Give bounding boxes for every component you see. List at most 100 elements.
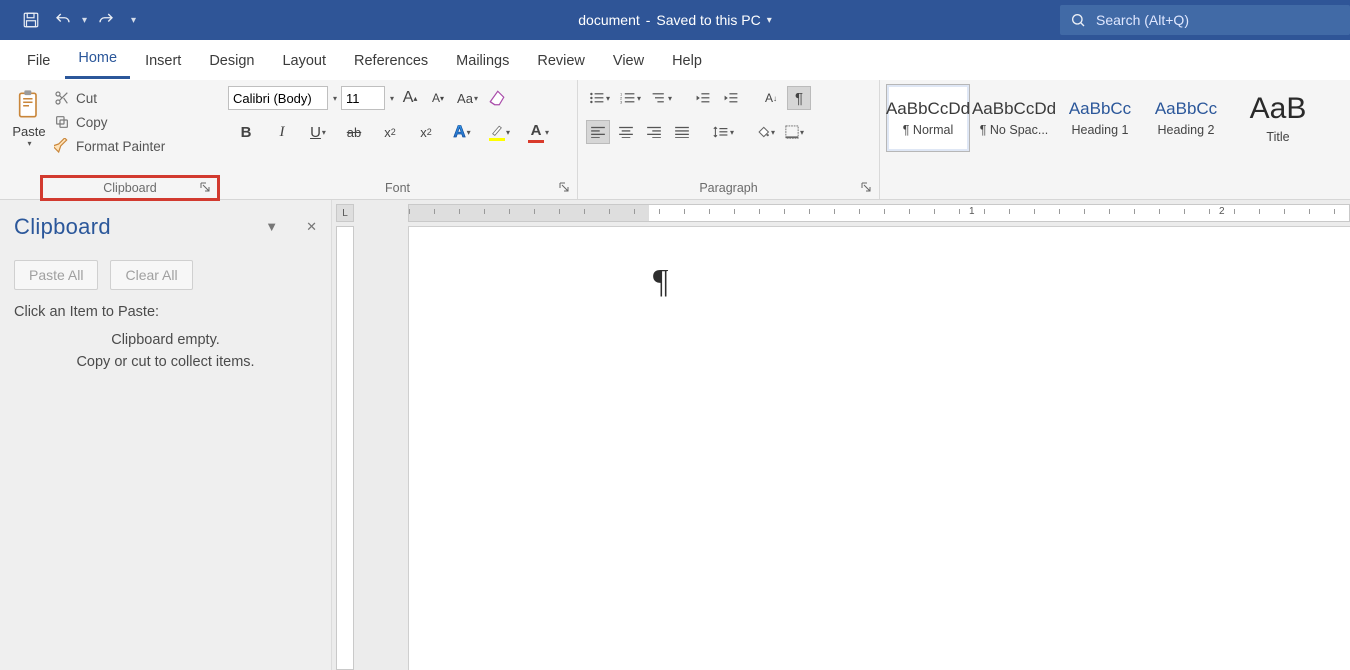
numbering-button[interactable]: 123▾ bbox=[617, 86, 644, 110]
undo-dropdown-caret[interactable]: ▾ bbox=[82, 15, 87, 26]
subscript-button[interactable]: x2 bbox=[378, 120, 402, 144]
clear-all-button[interactable]: Clear All bbox=[110, 260, 192, 290]
change-case-button[interactable]: Aa▾ bbox=[454, 86, 481, 110]
clipboard-launcher-icon[interactable] bbox=[198, 180, 212, 194]
decrease-indent-button[interactable] bbox=[691, 86, 715, 110]
paste-all-button[interactable]: Paste All bbox=[14, 260, 98, 290]
vertical-ruler[interactable] bbox=[336, 226, 354, 670]
tab-view[interactable]: View bbox=[600, 45, 657, 79]
pane-close-icon[interactable]: ✕ bbox=[306, 219, 317, 235]
multilevel-icon bbox=[651, 91, 667, 105]
tab-help[interactable]: Help bbox=[659, 45, 715, 79]
style-no-spacing[interactable]: AaBbCcDd ¶ No Spac... bbox=[972, 84, 1056, 152]
highlight-button[interactable]: ▾ bbox=[486, 120, 513, 144]
strike-button[interactable]: ab bbox=[342, 120, 366, 144]
group-clipboard: Paste ▾ Cut Copy Format Painter Clipbo bbox=[0, 80, 218, 199]
pane-hint: Click an Item to Paste: bbox=[14, 304, 317, 320]
bullets-button[interactable]: ▾ bbox=[586, 86, 613, 110]
qat-customize-caret[interactable]: ▾ bbox=[131, 15, 136, 26]
copy-icon bbox=[54, 114, 70, 130]
bold-button[interactable]: B bbox=[234, 120, 258, 144]
shading-button[interactable]: ▾ bbox=[753, 120, 778, 144]
line-spacing-button[interactable]: ▾ bbox=[710, 120, 737, 144]
paste-button[interactable]: Paste ▾ bbox=[6, 84, 52, 177]
font-name-caret[interactable]: ▾ bbox=[333, 94, 337, 103]
tab-review[interactable]: Review bbox=[524, 45, 598, 79]
group-paragraph: ▾ 123▾ ▾ A↓ ¶ ▾ ▾ ▾ bbox=[578, 80, 880, 199]
tab-references[interactable]: References bbox=[341, 45, 441, 79]
align-left-button[interactable] bbox=[586, 120, 610, 144]
sort-button[interactable]: A↓ bbox=[759, 86, 783, 110]
tab-mailings[interactable]: Mailings bbox=[443, 45, 522, 79]
tab-file[interactable]: File bbox=[14, 45, 63, 79]
paragraph-launcher-icon[interactable] bbox=[859, 180, 873, 194]
style-heading-2[interactable]: AaBbCc Heading 2 bbox=[1144, 84, 1228, 152]
font-size-input[interactable] bbox=[341, 86, 385, 110]
cut-label: Cut bbox=[76, 91, 97, 106]
font-launcher-icon[interactable] bbox=[557, 180, 571, 194]
para-row-1: ▾ 123▾ ▾ A↓ ¶ bbox=[586, 86, 871, 110]
superscript-button[interactable]: x2 bbox=[414, 120, 438, 144]
quick-access-toolbar: ▾ ▾ bbox=[0, 7, 136, 33]
document-page[interactable]: ¶ bbox=[408, 226, 1350, 670]
font-name-input[interactable] bbox=[228, 86, 328, 110]
redo-icon[interactable] bbox=[93, 7, 119, 33]
title-sep: - bbox=[646, 12, 651, 28]
ribbon-tabs: File Home Insert Design Layout Reference… bbox=[0, 40, 1350, 80]
bullets-icon bbox=[589, 91, 605, 105]
ruler-corner[interactable]: L bbox=[336, 204, 354, 222]
document-title[interactable]: document - Saved to this PC ▾ bbox=[578, 12, 771, 28]
group-font: ▾ ▾ A▴ A▾ Aa▾ B I U▾ ab x2 x2 A▾ bbox=[218, 80, 578, 199]
font-color-button[interactable]: A▾ bbox=[525, 120, 552, 144]
format-painter-button[interactable]: Format Painter bbox=[54, 138, 165, 154]
spacing-icon bbox=[713, 125, 729, 139]
group-label-clipboard[interactable]: Clipboard bbox=[42, 177, 218, 199]
multilevel-button[interactable]: ▾ bbox=[648, 86, 675, 110]
style-heading-1[interactable]: AaBbCc Heading 1 bbox=[1058, 84, 1142, 152]
indent-icon bbox=[723, 91, 739, 105]
horizontal-ruler[interactable]: 1 2 bbox=[408, 204, 1350, 222]
tab-design[interactable]: Design bbox=[196, 45, 267, 79]
undo-icon[interactable] bbox=[50, 7, 76, 33]
pane-options-caret[interactable]: ▼ bbox=[265, 219, 278, 235]
workspace: Clipboard ▼ ✕ Paste All Clear All Click … bbox=[0, 200, 1350, 670]
para-row-2: ▾ ▾ ▾ bbox=[586, 120, 871, 144]
copy-button[interactable]: Copy bbox=[54, 114, 165, 130]
tab-home[interactable]: Home bbox=[65, 42, 130, 79]
clipboard-pane: Clipboard ▼ ✕ Paste All Clear All Click … bbox=[0, 200, 332, 670]
shrink-font-button[interactable]: A▾ bbox=[426, 86, 450, 110]
cut-button[interactable]: Cut bbox=[54, 90, 165, 106]
search-input[interactable] bbox=[1096, 12, 1340, 28]
search-box[interactable] bbox=[1060, 5, 1350, 35]
format-painter-label: Format Painter bbox=[76, 139, 165, 154]
eraser-icon bbox=[488, 89, 506, 107]
text-effects-button[interactable]: A▾ bbox=[450, 120, 474, 144]
font-row-2: B I U▾ ab x2 x2 A▾ ▾ A▾ bbox=[228, 120, 567, 144]
justify-button[interactable] bbox=[670, 120, 694, 144]
group-label-paragraph: Paragraph bbox=[578, 177, 879, 199]
group-styles: AaBbCcDd ¶ Normal AaBbCcDd ¶ No Spac... … bbox=[880, 80, 1350, 199]
paragraph-mark: ¶ bbox=[653, 263, 668, 301]
ribbon: Paste ▾ Cut Copy Format Painter Clipbo bbox=[0, 80, 1350, 200]
underline-button[interactable]: U▾ bbox=[306, 120, 330, 144]
style-normal[interactable]: AaBbCcDd ¶ Normal bbox=[886, 84, 970, 152]
brush-icon bbox=[54, 138, 70, 154]
grow-font-button[interactable]: A▴ bbox=[398, 86, 422, 110]
italic-button[interactable]: I bbox=[270, 120, 294, 144]
tab-insert[interactable]: Insert bbox=[132, 45, 194, 79]
style-title[interactable]: AaB Title bbox=[1230, 84, 1326, 152]
document-area: L 1 2 ¶ bbox=[332, 200, 1350, 670]
font-row-1: ▾ ▾ A▴ A▾ Aa▾ bbox=[228, 86, 567, 110]
align-center-button[interactable] bbox=[614, 120, 638, 144]
clear-format-button[interactable] bbox=[485, 86, 509, 110]
doc-name: document bbox=[578, 12, 639, 28]
save-icon[interactable] bbox=[18, 7, 44, 33]
borders-button[interactable]: ▾ bbox=[782, 120, 807, 144]
increase-indent-button[interactable] bbox=[719, 86, 743, 110]
borders-icon bbox=[785, 125, 799, 139]
show-marks-button[interactable]: ¶ bbox=[787, 86, 811, 110]
tab-layout[interactable]: Layout bbox=[269, 45, 339, 79]
title-bar: ▾ ▾ document - Saved to this PC ▾ bbox=[0, 0, 1350, 40]
align-right-button[interactable] bbox=[642, 120, 666, 144]
font-size-caret[interactable]: ▾ bbox=[390, 94, 394, 103]
